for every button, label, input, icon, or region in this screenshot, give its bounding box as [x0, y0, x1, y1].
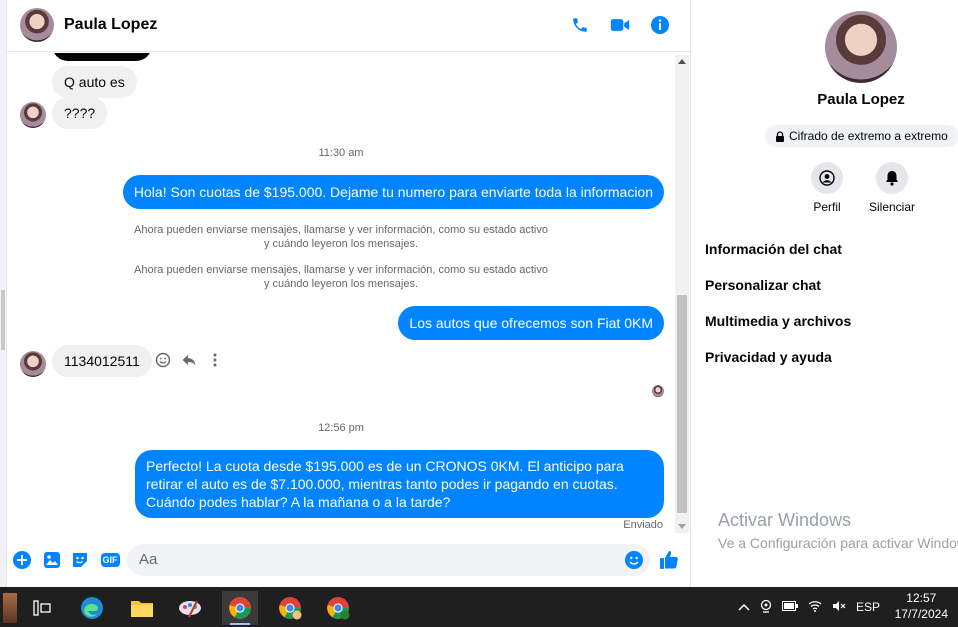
menu-customize-chat[interactable]: Personalizar chat [705, 277, 821, 293]
outgoing-message[interactable]: Los autos que ofrecemos son Fiat 0KM [398, 306, 664, 340]
message-input[interactable]: Aa [127, 544, 650, 576]
resize-grip[interactable] [1, 290, 5, 350]
messenger-window: Paula Lopez Q auto es ???? 11:30 am Hola… [0, 0, 958, 587]
mute-button[interactable]: Silenciar [862, 162, 922, 214]
profile-button[interactable]: Perfil [797, 162, 857, 214]
gif-label: GIF [100, 553, 120, 567]
sender-avatar [20, 351, 46, 377]
left-edge-strip [0, 0, 7, 587]
task-view-icon[interactable] [24, 591, 60, 625]
cropped-message-bubble [52, 53, 152, 61]
message-status: Enviado [623, 519, 663, 531]
menu-privacy-help[interactable]: Privacidad y ayuda [705, 349, 832, 365]
profile-label: Perfil [813, 200, 841, 214]
system-notice-line: y cuándo leyeron los mensajes. [263, 238, 419, 250]
scrollbar-thumb[interactable] [677, 295, 687, 513]
mute-label: Silenciar [868, 200, 916, 214]
clock-time: 12:57 [906, 591, 937, 605]
like-icon[interactable] [659, 550, 679, 570]
menu-media-files[interactable]: Multimedia y archivos [705, 313, 851, 329]
activate-windows-watermark: Activar Windows Ve a Configuración para … [718, 510, 958, 551]
incoming-message[interactable]: Q auto es [52, 66, 137, 98]
file-explorer-icon[interactable] [124, 591, 160, 625]
timestamp: 11:30 am [318, 147, 364, 159]
lock-icon [776, 130, 784, 142]
info-icon[interactable] [649, 14, 671, 36]
outgoing-message[interactable]: Perfecto! La cuota desde $195.000 es de … [135, 450, 664, 518]
scroll-down-arrow-icon[interactable] [678, 524, 686, 529]
photo-icon[interactable] [42, 550, 62, 570]
incoming-message[interactable]: 1134012511 [52, 345, 152, 377]
composer: GIF Aa [7, 540, 690, 580]
paint-app-icon[interactable] [172, 591, 208, 625]
bell-icon [876, 162, 908, 194]
language-indicator[interactable]: ESP [856, 600, 880, 614]
encryption-label: Cifrado de extremo a extremo [789, 129, 948, 143]
volume-muted-icon[interactable] [832, 600, 846, 615]
chevron-up-icon[interactable] [738, 600, 750, 614]
message-scrollbar[interactable] [675, 55, 689, 533]
edge-browser-icon[interactable] [74, 591, 110, 625]
seen-receipt-avatar [652, 385, 664, 397]
system-notice: Ahora pueden enviarse mensajes, llamarse… [7, 223, 675, 251]
message-actions [155, 352, 223, 373]
system-notice-line: Ahora pueden enviarse mensajes, llamarse… [134, 224, 548, 236]
windows-taskbar: ESP 12:57 17/7/2024 [0, 587, 958, 627]
message-input-placeholder: Aa [139, 551, 158, 568]
sender-avatar [20, 102, 46, 128]
contact-avatar[interactable] [20, 8, 54, 42]
phone-icon[interactable] [569, 14, 591, 36]
menu-chat-info[interactable]: Información del chat [705, 241, 842, 257]
chat-details-panel: Paula Lopez Cifrado de extremo a extremo… [690, 0, 958, 587]
react-icon[interactable] [155, 352, 171, 373]
battery-icon[interactable] [782, 600, 798, 614]
add-icon[interactable] [12, 550, 32, 570]
system-tray: ESP [738, 587, 880, 627]
encryption-badge[interactable]: Cifrado de extremo a extremo [765, 125, 958, 147]
webcam-icon[interactable] [760, 599, 772, 616]
profile-icon [811, 162, 843, 194]
gif-icon[interactable]: GIF [99, 550, 121, 570]
scroll-up-arrow-icon[interactable] [678, 59, 686, 64]
wallpaper-thumbnail[interactable] [0, 591, 20, 625]
sticker-icon[interactable] [70, 550, 90, 570]
profile-avatar[interactable] [825, 11, 897, 83]
incoming-message[interactable]: ???? [52, 97, 108, 129]
video-call-icon[interactable] [609, 14, 631, 36]
chrome-profile-icon[interactable] [320, 591, 356, 625]
reply-icon[interactable] [181, 352, 197, 373]
clock-date: 17/7/2024 [894, 607, 948, 621]
system-notice-line: y cuándo leyeron los mensajes. [263, 278, 419, 290]
message-list[interactable]: Q auto es ???? 11:30 am Hola! Son cuotas… [7, 53, 675, 533]
profile-name: Paula Lopez [817, 91, 905, 108]
timestamp: 12:56 pm [318, 422, 364, 434]
chat-header: Paula Lopez [7, 0, 690, 52]
chrome-icon[interactable] [222, 591, 258, 625]
outgoing-message[interactable]: Hola! Son cuotas de $195.000. Dejame tu … [122, 175, 664, 209]
contact-name[interactable]: Paula Lopez [64, 16, 157, 34]
more-options-icon[interactable] [207, 352, 223, 373]
clock[interactable]: 12:57 17/7/2024 [895, 590, 948, 622]
watermark-title: Activar Windows [718, 510, 852, 530]
wifi-icon[interactable] [808, 600, 822, 615]
emoji-icon[interactable] [624, 550, 644, 570]
chrome-profile-icon[interactable] [272, 591, 308, 625]
system-notice: Ahora pueden enviarse mensajes, llamarse… [7, 263, 675, 291]
system-notice-line: Ahora pueden enviarse mensajes, llamarse… [134, 264, 548, 276]
watermark-subtitle: Ve a Configuración para activar Windows. [718, 535, 958, 551]
